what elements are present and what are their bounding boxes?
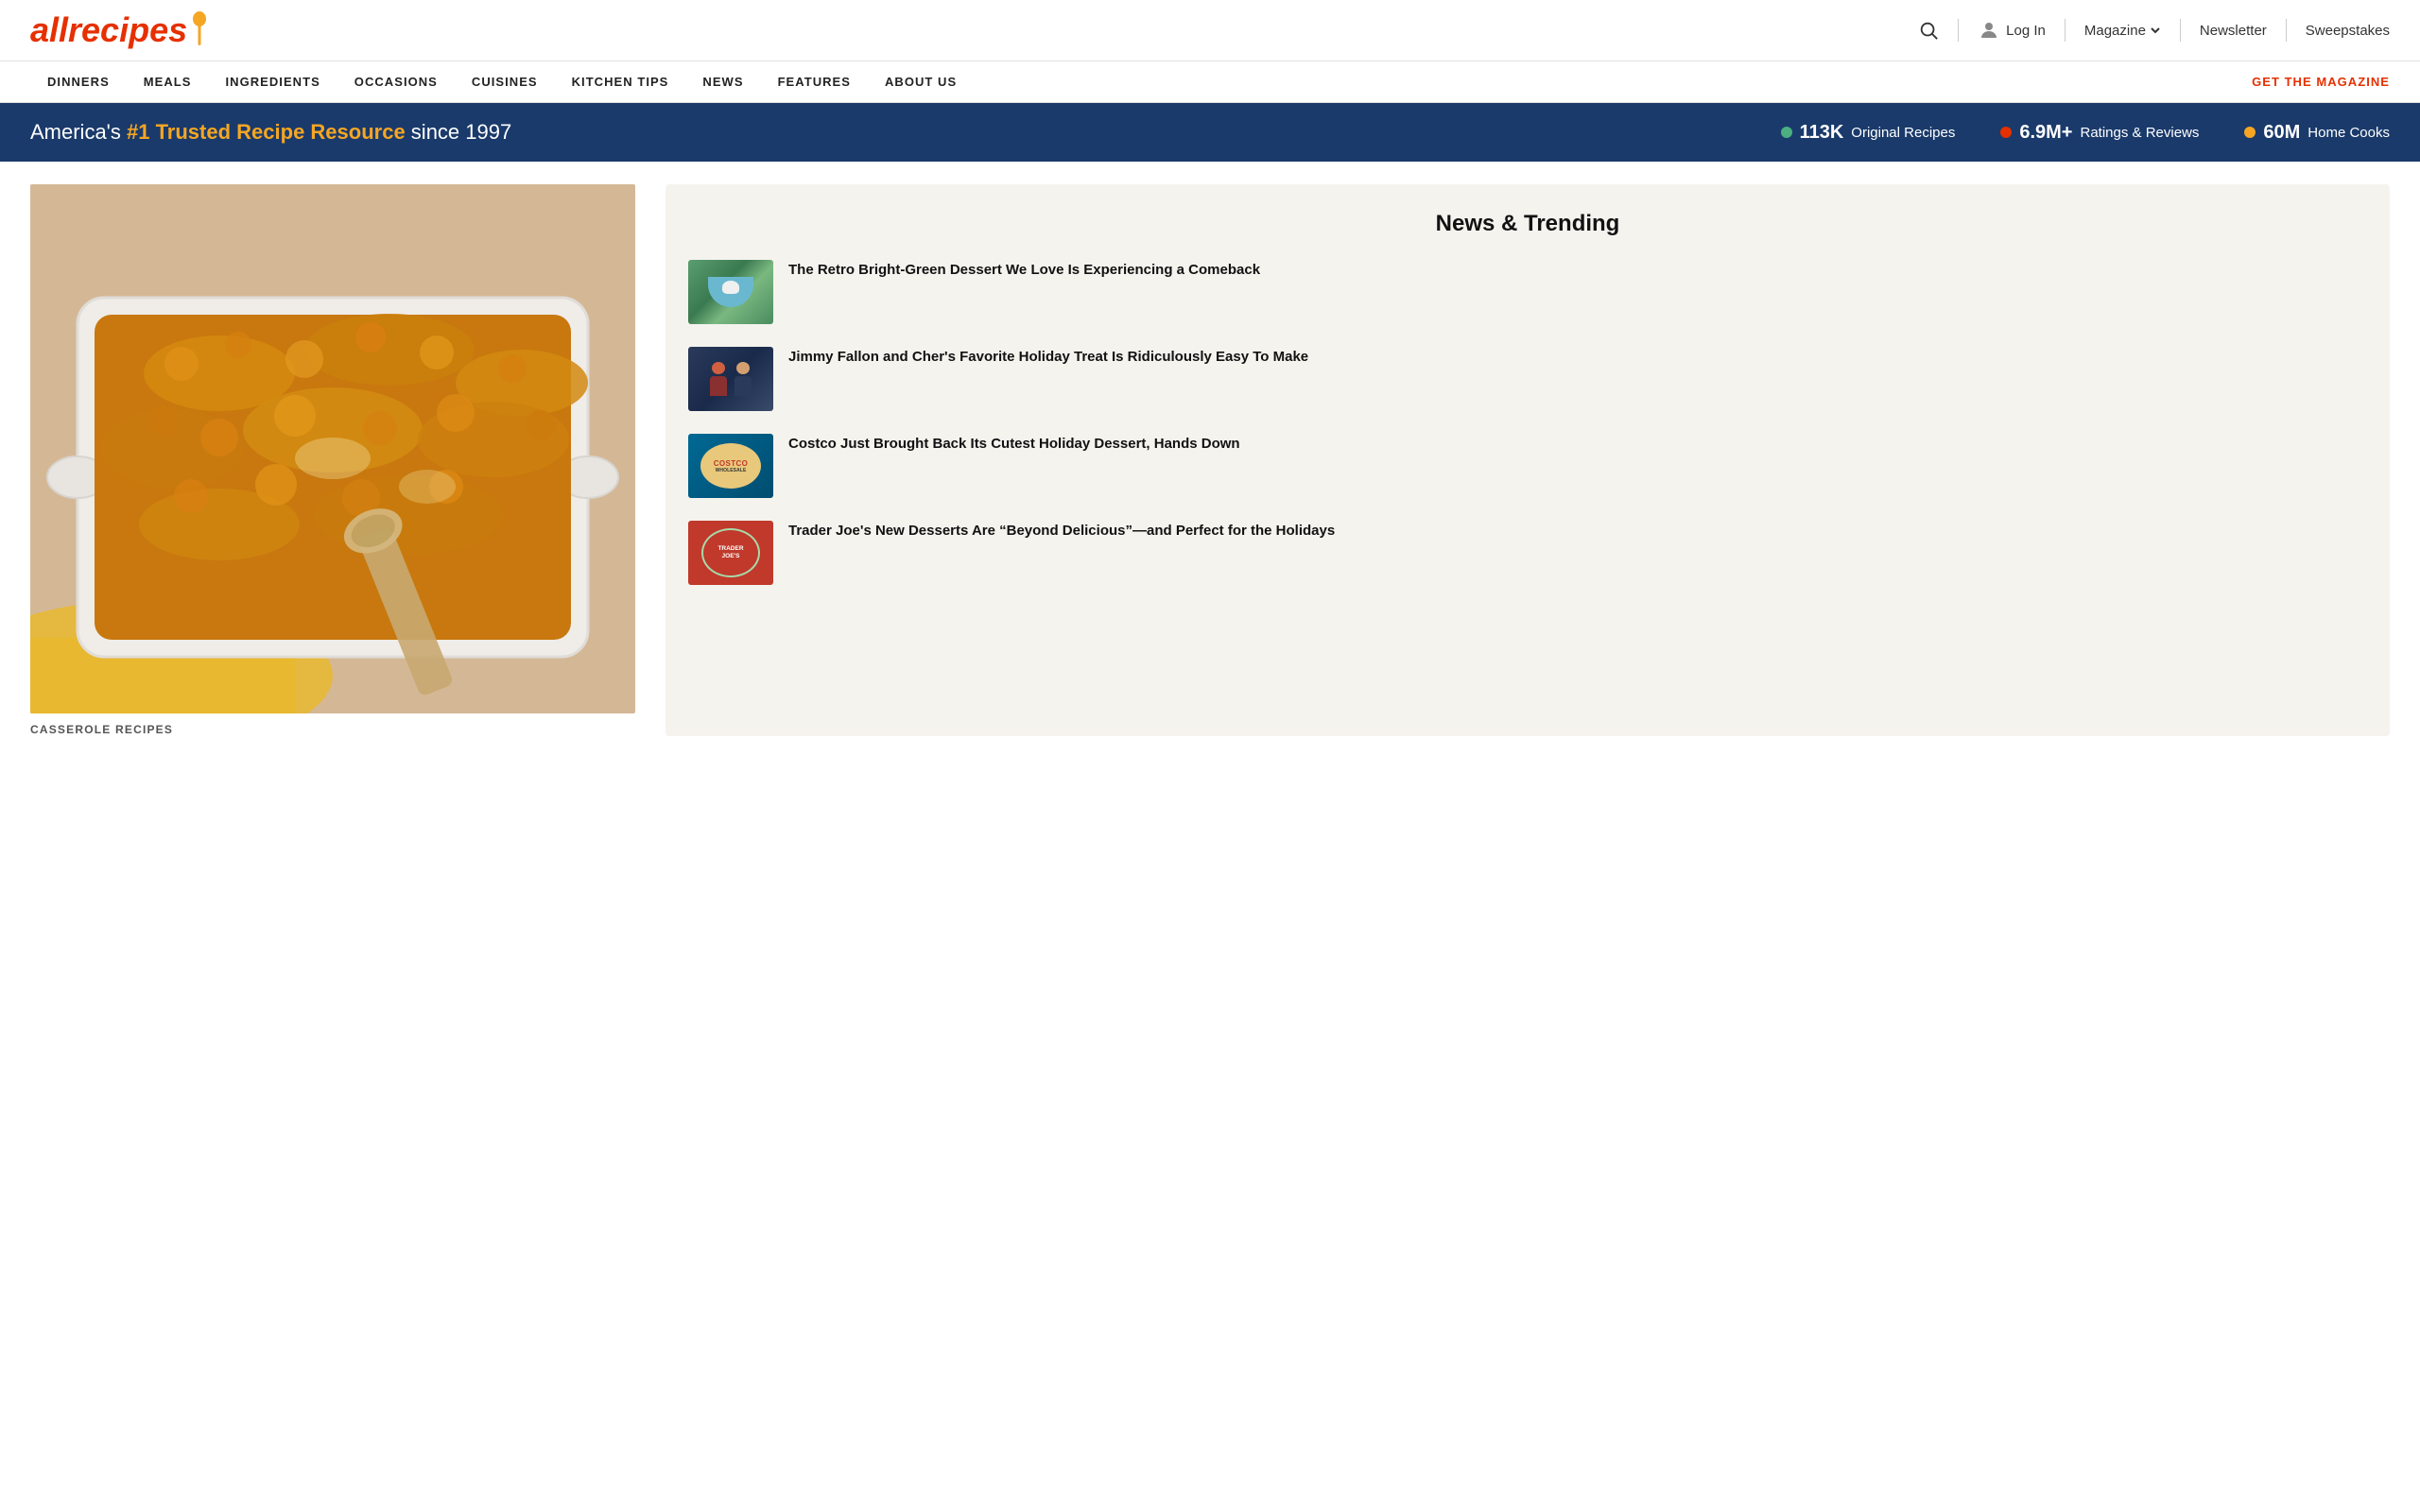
casserole-svg	[30, 184, 635, 713]
news-headline-3: Costco Just Brought Back Its Cutest Holi…	[788, 434, 1240, 454]
stat-recipes: 113K Original Recipes	[1781, 122, 1956, 144]
nav-kitchen-tips[interactable]: KITCHEN TIPS	[555, 61, 686, 102]
header: allrecipes Log In Magazine	[0, 0, 2420, 61]
stat-dot-orange	[2244, 127, 2256, 138]
header-right: Log In Magazine Newsletter Sweepstakes	[1918, 19, 2390, 42]
banner-stats: 113K Original Recipes 6.9M+ Ratings & Re…	[1781, 122, 2390, 144]
login-label: Log In	[2006, 23, 2046, 39]
dessert-whip	[722, 281, 739, 294]
news-thumb-3: COSTCO WHOLESALE	[688, 434, 773, 498]
news-thumb-2	[688, 347, 773, 411]
chevron-down-icon	[2150, 25, 2161, 36]
logo[interactable]: allrecipes	[30, 11, 208, 49]
login-button[interactable]: Log In	[1978, 19, 2046, 42]
main-nav: DINNERS MEALS INGREDIENTS OCCASIONS CUIS…	[0, 61, 2420, 103]
search-button[interactable]	[1918, 20, 1939, 41]
newsletter-link[interactable]: Newsletter	[2200, 23, 2267, 39]
spoon-icon	[191, 11, 208, 49]
news-item-4[interactable]: TRADERJOE'S Trader Joe's New Desserts Ar…	[688, 521, 2367, 585]
traderjoes-text: TRADERJOE'S	[717, 545, 743, 561]
stat-recipes-number: 113K	[1800, 122, 1844, 144]
nav-news[interactable]: NEWS	[685, 61, 760, 102]
nav-dinners[interactable]: DINNERS	[30, 61, 127, 102]
magazine-label: Magazine	[2084, 23, 2146, 39]
news-sidebar: News & Trending The Retro Bright-Green D…	[666, 184, 2390, 736]
nav-occasions[interactable]: OCCASIONS	[337, 61, 455, 102]
news-thumb-4: TRADERJOE'S	[688, 521, 773, 585]
news-headline-1: The Retro Bright-Green Dessert We Love I…	[788, 260, 1260, 280]
banner-bold: #1 Trusted Recipe Resource	[127, 120, 406, 144]
news-item-3[interactable]: COSTCO WHOLESALE Costco Just Brought Bac…	[688, 434, 2367, 498]
news-thumb-1	[688, 260, 773, 324]
hero-image[interactable]	[30, 184, 635, 713]
stat-recipes-label: Original Recipes	[1851, 125, 1955, 141]
costco-text-sub: WHOLESALE	[716, 468, 747, 473]
stat-dot-green	[1781, 127, 1792, 138]
user-icon	[1978, 19, 2000, 42]
nav-cuisines[interactable]: CUISINES	[455, 61, 555, 102]
dessert-bowl	[708, 277, 753, 307]
header-divider-2	[2065, 19, 2066, 42]
main-content: CASSEROLE RECIPES News & Trending The Re…	[0, 162, 2420, 759]
person-head	[712, 362, 725, 374]
costco-inner: COSTCO WHOLESALE	[700, 443, 761, 489]
stat-cooks-number: 60M	[2263, 122, 2300, 144]
nav-about-us[interactable]: ABOUT US	[868, 61, 974, 102]
news-headline-4: Trader Joe's New Desserts Are “Beyond De…	[788, 521, 1335, 541]
news-item-1[interactable]: The Retro Bright-Green Dessert We Love I…	[688, 260, 2367, 324]
search-icon	[1918, 20, 1939, 41]
nav-get-magazine[interactable]: GET THE MAGAZINE	[2252, 75, 2390, 89]
stat-cooks-label: Home Cooks	[2308, 125, 2390, 141]
hero-label: CASSEROLE RECIPES	[30, 723, 635, 736]
nav-meals[interactable]: MEALS	[127, 61, 209, 102]
stat-ratings-label: Ratings & Reviews	[2081, 125, 2200, 141]
stat-ratings: 6.9M+ Ratings & Reviews	[2000, 122, 2199, 144]
news-item-2[interactable]: Jimmy Fallon and Cher's Favorite Holiday…	[688, 347, 2367, 411]
hero-section: CASSEROLE RECIPES	[30, 184, 635, 736]
stat-dot-red	[2000, 127, 2012, 138]
banner-headline: America's #1 Trusted Recipe Resource sin…	[30, 120, 511, 145]
nav-ingredients[interactable]: INGREDIENTS	[209, 61, 337, 102]
logo-text: allrecipes	[30, 13, 187, 47]
banner-suffix: since 1997	[406, 120, 512, 144]
magazine-button[interactable]: Magazine	[2084, 23, 2161, 39]
header-divider	[1958, 19, 1959, 42]
banner-prefix: America's	[30, 120, 127, 144]
sidebar-title: News & Trending	[688, 211, 2367, 237]
trust-banner: America's #1 Trusted Recipe Resource sin…	[0, 103, 2420, 162]
person-body	[710, 376, 727, 396]
header-divider-4	[2286, 19, 2287, 42]
nav-features[interactable]: FEATURES	[761, 61, 868, 102]
sweepstakes-link[interactable]: Sweepstakes	[2306, 23, 2390, 39]
stat-cooks: 60M Home Cooks	[2244, 122, 2390, 144]
person-body-2	[735, 376, 752, 396]
person-head-2	[736, 362, 750, 374]
stat-ratings-number: 6.9M+	[2019, 122, 2072, 144]
header-divider-3	[2180, 19, 2181, 42]
person-left	[709, 362, 728, 396]
costco-text-main: COSTCO	[714, 459, 749, 468]
traderjoes-inner: TRADERJOE'S	[701, 528, 760, 577]
news-headline-2: Jimmy Fallon and Cher's Favorite Holiday…	[788, 347, 1308, 367]
person-right	[734, 362, 752, 396]
